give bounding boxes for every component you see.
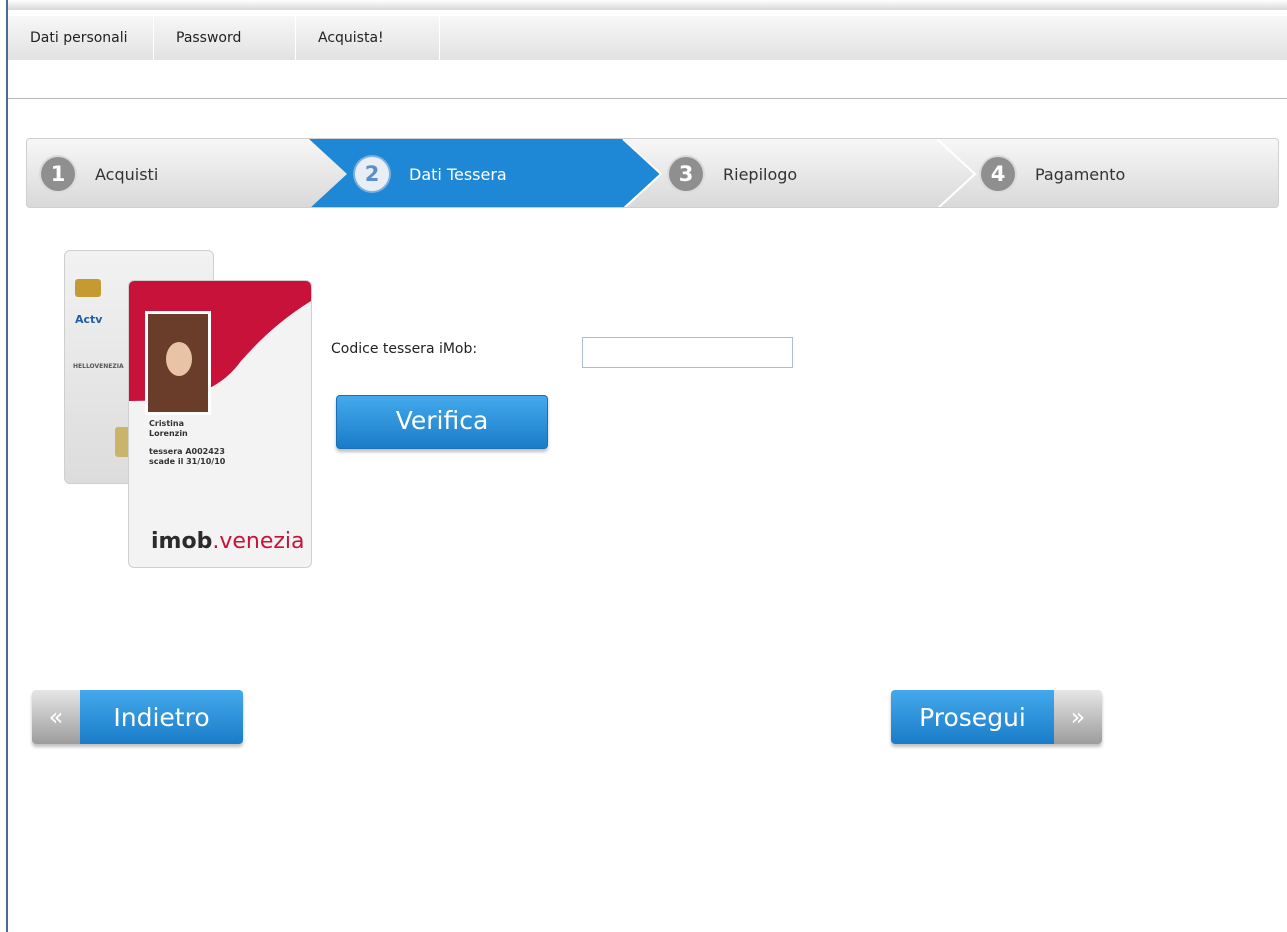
- actv-logo: Actv: [75, 313, 103, 326]
- next-button-label: Prosegui: [891, 690, 1054, 744]
- window-left-border: [0, 0, 8, 932]
- header-divider: [8, 98, 1287, 99]
- imob-venezia-logo: imob.venezia: [151, 529, 305, 554]
- wizard-step-acquisti: 1 Acquisti: [41, 139, 159, 207]
- wizard-step-dati-tessera: 2 Dati Tessera: [355, 139, 507, 207]
- chevron-divider-3: [936, 139, 977, 207]
- card-holder-details: Cristina Lorenzin tessera A002423 scade …: [149, 419, 269, 467]
- tab-acquista[interactable]: Acquista!: [296, 16, 440, 60]
- hellovenezia-logo: HELLOVENEZIA: [73, 363, 124, 370]
- back-button-label: Indietro: [80, 690, 243, 744]
- step-label: Dati Tessera: [409, 164, 507, 184]
- brand-suffix: .venezia: [212, 529, 305, 554]
- card-front: Cristina Lorenzin tessera A002423 scade …: [128, 280, 312, 568]
- imob-card-image: Actv HELLOVENEZIA Cristina Lorenzin tess…: [64, 250, 312, 568]
- portrait-face: [166, 342, 192, 376]
- tab-dati-personali[interactable]: Dati personali: [8, 16, 154, 60]
- step-number-badge: 2: [355, 157, 389, 191]
- step-label: Pagamento: [1035, 164, 1126, 184]
- back-button[interactable]: « Indietro: [32, 690, 243, 744]
- wizard-steps: 1 Acquisti 2 Dati Tessera 3 Riepilogo 4 …: [26, 138, 1279, 208]
- holder-first-name: Cristina: [149, 419, 184, 428]
- step-label: Acquisti: [95, 164, 159, 184]
- step-number-badge: 4: [981, 157, 1015, 191]
- tab-password[interactable]: Password: [154, 16, 296, 60]
- card-holder-photo: [145, 311, 211, 415]
- top-menu: Dati personali Password Acquista!: [8, 16, 1287, 60]
- holder-last-name: Lorenzin: [149, 429, 188, 438]
- brand-name: imob: [151, 529, 213, 554]
- step-number-badge: 3: [669, 157, 703, 191]
- window-top-strip: [8, 0, 1287, 10]
- wizard-step-pagamento: 4 Pagamento: [981, 139, 1126, 207]
- card-expiry-line: scade il 31/10/10: [149, 457, 226, 466]
- card-code-input[interactable]: [582, 337, 793, 368]
- chevron-double-right-icon: »: [1054, 690, 1102, 744]
- wizard-step-riepilogo: 3 Riepilogo: [669, 139, 798, 207]
- card-id-line: tessera A002423: [149, 447, 225, 456]
- step-label: Riepilogo: [723, 164, 798, 184]
- chevron-double-left-icon: «: [32, 690, 80, 744]
- verify-button[interactable]: Verifica: [336, 395, 548, 449]
- card-code-label: Codice tessera iMob:: [331, 341, 478, 357]
- step-number-badge: 1: [41, 157, 75, 191]
- venice-crest-icon: [75, 279, 101, 297]
- next-button[interactable]: Prosegui »: [891, 690, 1102, 744]
